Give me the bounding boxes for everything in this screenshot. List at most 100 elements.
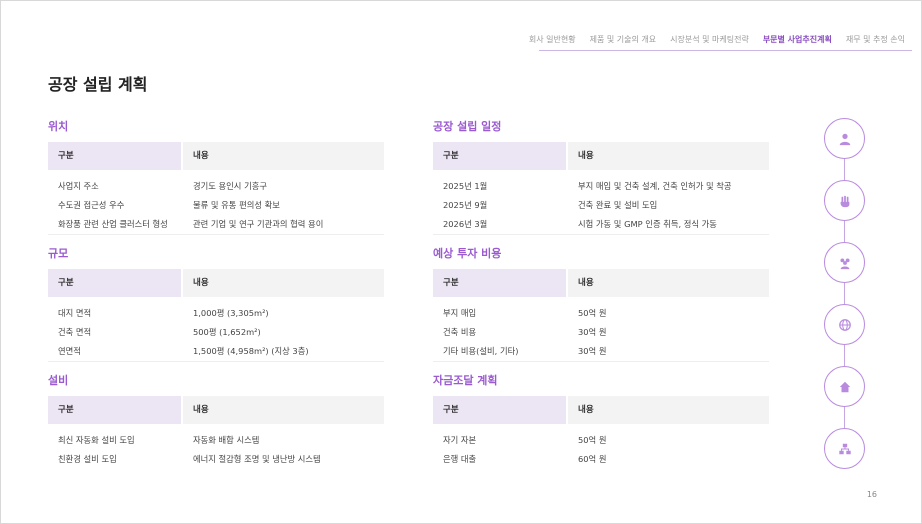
table-row: 연면적 1,500평 (4,958m²) (지상 3층): [48, 342, 384, 361]
table-row: 최신 자동화 설비 도입 자동화 배합 시스템: [48, 431, 384, 450]
timeline-node: [824, 118, 865, 159]
cell-category: 사업지 주소: [58, 181, 99, 191]
cell-category: 은행 대출: [443, 454, 477, 464]
nav-item-finance[interactable]: 재무 및 추정 손익: [846, 34, 905, 45]
table-header: 구분 내용: [433, 269, 769, 297]
section-title: 예상 투자 비용: [433, 247, 502, 260]
cell-category: 2026년 3월: [443, 219, 488, 229]
nav-item-business-plan[interactable]: 부문별 사업추진계획: [763, 34, 832, 45]
header-category: 구분: [48, 396, 181, 424]
table-row: 화장품 관련 산업 클러스터 형성 관련 기업 및 연구 기관과의 협력 용이: [48, 215, 384, 234]
cell-category: 친환경 설비 도입: [58, 454, 117, 464]
funding-section: 자금조달 계획 구분 내용 자기 자본 50억 원 은행 대출 60억 원: [433, 373, 769, 469]
table-header: 구분 내용: [48, 269, 384, 297]
cell-content: 50억 원: [578, 435, 607, 445]
cell-category: 대지 면적: [58, 308, 92, 318]
header-category: 구분: [433, 269, 566, 297]
header-content: 내용: [566, 396, 769, 424]
table-row: 은행 대출 60억 원: [433, 450, 769, 469]
cell-category: 자기 자본: [443, 435, 477, 445]
table-header: 구분 내용: [48, 396, 384, 424]
timeline-node: [824, 366, 865, 407]
investment-section: 예상 투자 비용 구분 내용 부지 매입 50억 원 건축 비용 30억 원 기…: [433, 246, 769, 362]
cell-content: 에너지 절감형 조명 및 냉난방 시스템: [193, 454, 321, 464]
table-body: 2025년 1월 부지 매입 및 건축 설계, 건축 인허가 및 착공 2025…: [433, 170, 769, 235]
cell-content: 1,000평 (3,305m²): [193, 308, 269, 318]
header-content: 내용: [181, 396, 384, 424]
page-title: 공장 설립 계획: [48, 75, 148, 94]
user-badge-icon: [839, 133, 850, 145]
equipment-section: 설비 구분 내용 최신 자동화 설비 도입 자동화 배합 시스템 친환경 설비 …: [48, 373, 384, 469]
table-body: 최신 자동화 설비 도입 자동화 배합 시스템 친환경 설비 도입 에너지 절감…: [48, 424, 384, 469]
section-title: 자금조달 계획: [433, 374, 498, 387]
table-header: 구분 내용: [48, 142, 384, 170]
people-icon: [839, 257, 850, 269]
table-row: 2025년 1월 부지 매입 및 건축 설계, 건축 인허가 및 착공: [433, 177, 769, 196]
hand-icon: [840, 195, 849, 207]
table-row: 친환경 설비 도입 에너지 절감형 조명 및 냉난방 시스템: [48, 450, 384, 469]
cell-category: 기타 비용(설비, 기타): [443, 346, 519, 356]
timeline-node: [824, 242, 865, 283]
globe-icon: [838, 318, 851, 331]
cell-category: 연면적: [58, 346, 81, 356]
cell-content: 물류 및 유통 편의성 확보: [193, 200, 280, 210]
table-row: 건축 면적 500평 (1,652m²): [48, 323, 384, 342]
slide-page: 회사 일반현황 제품 및 기술의 개요 시장분석 및 마케팅전략 부문별 사업추…: [0, 0, 922, 524]
header-category: 구분: [433, 142, 566, 170]
cell-content: 1,500평 (4,958m²) (지상 3층): [193, 346, 309, 356]
timeline-node: [824, 428, 865, 469]
timeline-node: [824, 304, 865, 345]
table-row: 수도권 접근성 우수 물류 및 유통 편의성 확보: [48, 196, 384, 215]
location-section: 위치 구분 내용 사업지 주소 경기도 용인시 기흥구 수도권 접근성 우수 물…: [48, 119, 384, 235]
table-row: 대지 면적 1,000평 (3,305m²): [48, 304, 384, 323]
table-body: 대지 면적 1,000평 (3,305m²) 건축 면적 500평 (1,652…: [48, 297, 384, 362]
table-row: 기타 비용(설비, 기타) 30억 원: [433, 342, 769, 361]
nav-item-product-tech[interactable]: 제품 및 기술의 개요: [590, 34, 657, 45]
cell-content: 관련 기업 및 연구 기관과의 협력 용이: [193, 219, 324, 229]
header-category: 구분: [433, 396, 566, 424]
section-title: 위치: [48, 120, 69, 133]
cell-content: 건축 완료 및 설비 도입: [578, 200, 658, 210]
header-content: 내용: [181, 142, 384, 170]
table-row: 자기 자본 50억 원: [433, 431, 769, 450]
table-header: 구분 내용: [433, 142, 769, 170]
cell-content: 경기도 용인시 기흥구: [193, 181, 267, 191]
nav-item-company-overview[interactable]: 회사 일반현황: [529, 34, 576, 45]
header-category: 구분: [48, 269, 181, 297]
table-row: 2026년 3월 시험 가동 및 GMP 인증 취득, 정식 가동: [433, 215, 769, 234]
scale-section: 규모 구분 내용 대지 면적 1,000평 (3,305m²) 건축 면적 50…: [48, 246, 384, 362]
table-body: 사업지 주소 경기도 용인시 기흥구 수도권 접근성 우수 물류 및 유통 편의…: [48, 170, 384, 235]
table-row: 2025년 9월 건축 완료 및 설비 도입: [433, 196, 769, 215]
section-title: 공장 설립 일정: [433, 120, 502, 133]
cell-content: 30억 원: [578, 346, 607, 356]
cell-category: 부지 매입: [443, 308, 477, 318]
cell-category: 2025년 9월: [443, 200, 488, 210]
header-category: 구분: [48, 142, 181, 170]
header-content: 내용: [566, 269, 769, 297]
nav-item-market-analysis[interactable]: 시장분석 및 마케팅전략: [670, 34, 749, 45]
cell-content: 자동화 배합 시스템: [193, 435, 260, 445]
timeline-node: [824, 180, 865, 221]
cell-content: 시험 가동 및 GMP 인증 취득, 정식 가동: [578, 219, 717, 229]
table-row: 건축 비용 30억 원: [433, 323, 769, 342]
table-row: 사업지 주소 경기도 용인시 기흥구: [48, 177, 384, 196]
cell-content: 50억 원: [578, 308, 607, 318]
cell-category: 화장품 관련 산업 클러스터 형성: [58, 219, 168, 229]
table-row: 부지 매입 50억 원: [433, 304, 769, 323]
cell-category: 건축 비용: [443, 327, 477, 337]
table-body: 자기 자본 50억 원 은행 대출 60억 원: [433, 424, 769, 469]
table-body: 부지 매입 50억 원 건축 비용 30억 원 기타 비용(설비, 기타) 30…: [433, 297, 769, 362]
table-header: 구분 내용: [433, 396, 769, 424]
section-title: 규모: [48, 247, 69, 260]
cell-content: 500평 (1,652m²): [193, 327, 261, 337]
nav-underline: [539, 50, 912, 51]
cell-category: 건축 면적: [58, 327, 92, 337]
header-content: 내용: [566, 142, 769, 170]
cell-category: 수도권 접근성 우수: [58, 200, 125, 210]
cell-category: 최신 자동화 설비 도입: [58, 435, 135, 445]
cell-category: 2025년 1월: [443, 181, 488, 191]
schedule-section: 공장 설립 일정 구분 내용 2025년 1월 부지 매입 및 건축 설계, 건…: [433, 119, 769, 235]
org-chart-icon: [838, 443, 851, 454]
page-number: 16: [866, 490, 877, 499]
home-icon: [839, 381, 850, 392]
